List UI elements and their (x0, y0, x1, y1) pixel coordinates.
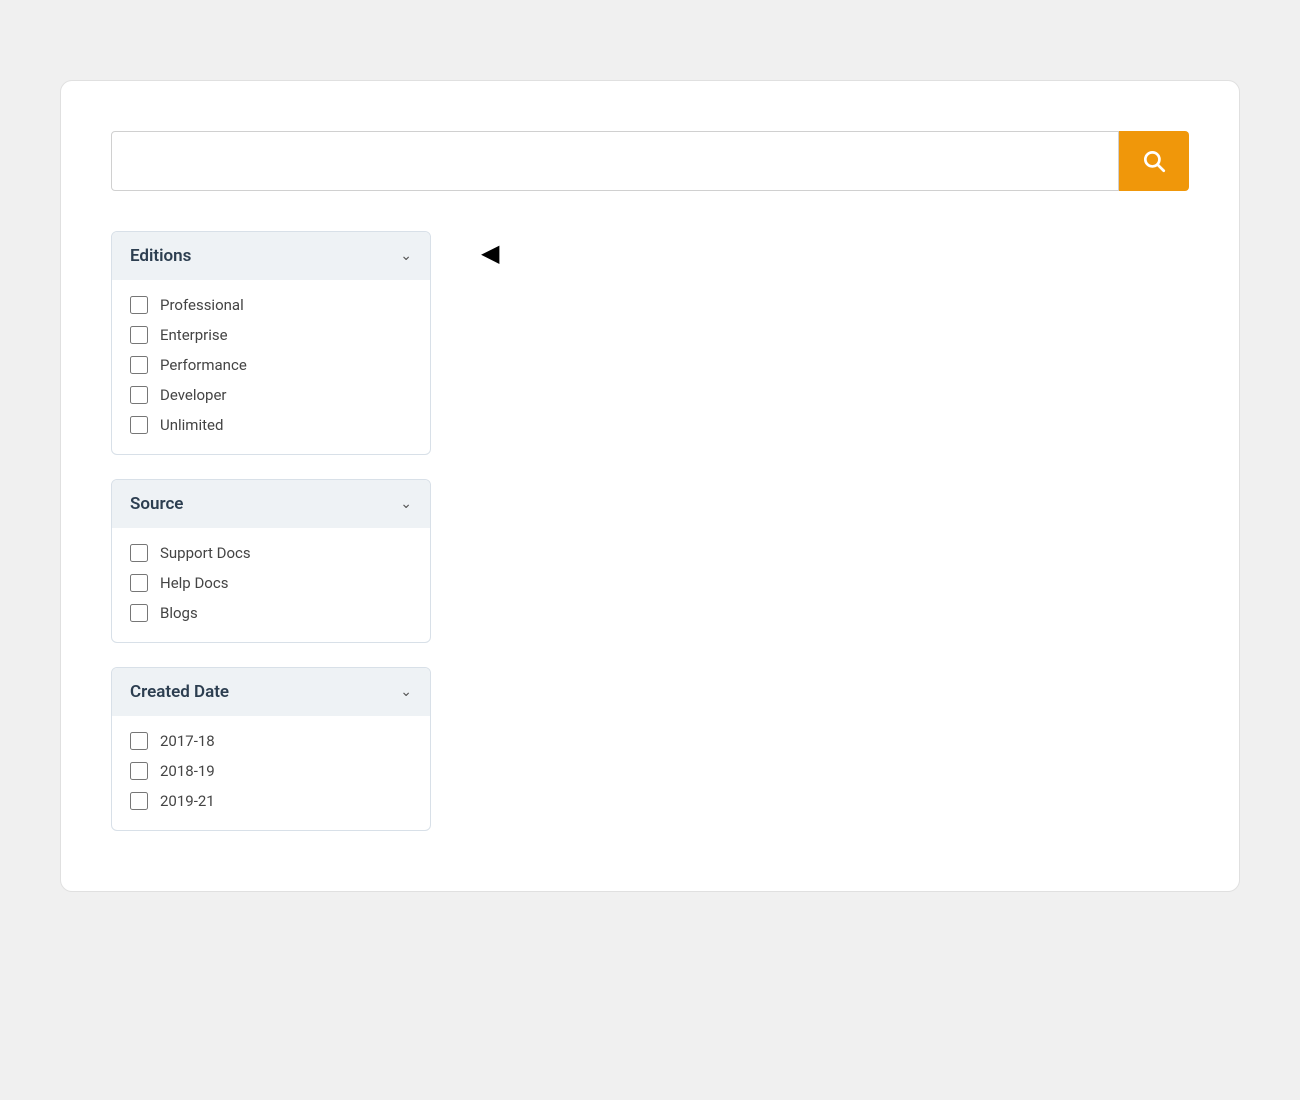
created-date-filter-body: 2017-18 2018-19 2019-21 (112, 716, 430, 830)
created-date-filter-title: Created Date (130, 682, 229, 702)
list-item[interactable]: 2017-18 (130, 732, 412, 750)
editions-filter-title: Editions (130, 246, 191, 266)
list-item[interactable]: Blogs (130, 604, 412, 622)
professional-checkbox[interactable] (130, 296, 148, 314)
source-filter-header[interactable]: Source ⌄ (112, 480, 430, 528)
main-content-area: ◀ (471, 231, 1189, 275)
blogs-label: Blogs (160, 604, 198, 622)
date-2018-19-checkbox[interactable] (130, 762, 148, 780)
performance-label: Performance (160, 356, 247, 374)
editions-filter-body: Professional Enterprise Performance Deve… (112, 280, 430, 454)
created-date-filter-section: Created Date ⌄ 2017-18 2018-19 2019-21 (111, 667, 431, 831)
source-filter-body: Support Docs Help Docs Blogs (112, 528, 430, 642)
list-item[interactable]: 2018-19 (130, 762, 412, 780)
search-icon (1141, 148, 1167, 174)
editions-chevron-icon: ⌄ (400, 248, 412, 264)
list-item[interactable]: 2019-21 (130, 792, 412, 810)
date-2017-18-label: 2017-18 (160, 732, 215, 750)
editions-filter-header[interactable]: Editions ⌄ (112, 232, 430, 280)
enterprise-label: Enterprise (160, 326, 228, 344)
enterprise-checkbox[interactable] (130, 326, 148, 344)
list-item[interactable]: Professional (130, 296, 412, 314)
list-item[interactable]: Performance (130, 356, 412, 374)
search-button[interactable] (1119, 131, 1189, 191)
date-2017-18-checkbox[interactable] (130, 732, 148, 750)
support-docs-checkbox[interactable] (130, 544, 148, 562)
support-docs-label: Support Docs (160, 544, 251, 562)
help-docs-checkbox[interactable] (130, 574, 148, 592)
performance-checkbox[interactable] (130, 356, 148, 374)
editions-filter-section: Editions ⌄ Professional Enterprise Perfo… (111, 231, 431, 455)
source-chevron-icon: ⌄ (400, 496, 412, 512)
list-item[interactable]: Unlimited (130, 416, 412, 434)
created-date-filter-header[interactable]: Created Date ⌄ (112, 668, 430, 716)
cursor-area: ◀ (471, 231, 1189, 275)
unlimited-label: Unlimited (160, 416, 223, 434)
list-item[interactable]: Support Docs (130, 544, 412, 562)
content-area: Editions ⌄ Professional Enterprise Perfo… (111, 231, 1189, 831)
main-container: Editions ⌄ Professional Enterprise Perfo… (60, 80, 1240, 892)
source-filter-section: Source ⌄ Support Docs Help Docs Blogs (111, 479, 431, 643)
search-row (111, 131, 1189, 191)
list-item[interactable]: Developer (130, 386, 412, 404)
developer-checkbox[interactable] (130, 386, 148, 404)
sidebar: Editions ⌄ Professional Enterprise Perfo… (111, 231, 431, 831)
professional-label: Professional (160, 296, 244, 314)
date-2019-21-checkbox[interactable] (130, 792, 148, 810)
date-2019-21-label: 2019-21 (160, 792, 215, 810)
search-input[interactable] (111, 131, 1119, 191)
unlimited-checkbox[interactable] (130, 416, 148, 434)
list-item[interactable]: Enterprise (130, 326, 412, 344)
help-docs-label: Help Docs (160, 574, 228, 592)
list-item[interactable]: Help Docs (130, 574, 412, 592)
cursor-pointer: ◀ (481, 239, 499, 267)
date-2018-19-label: 2018-19 (160, 762, 215, 780)
source-filter-title: Source (130, 494, 183, 514)
blogs-checkbox[interactable] (130, 604, 148, 622)
developer-label: Developer (160, 386, 227, 404)
created-date-chevron-icon: ⌄ (400, 684, 412, 700)
